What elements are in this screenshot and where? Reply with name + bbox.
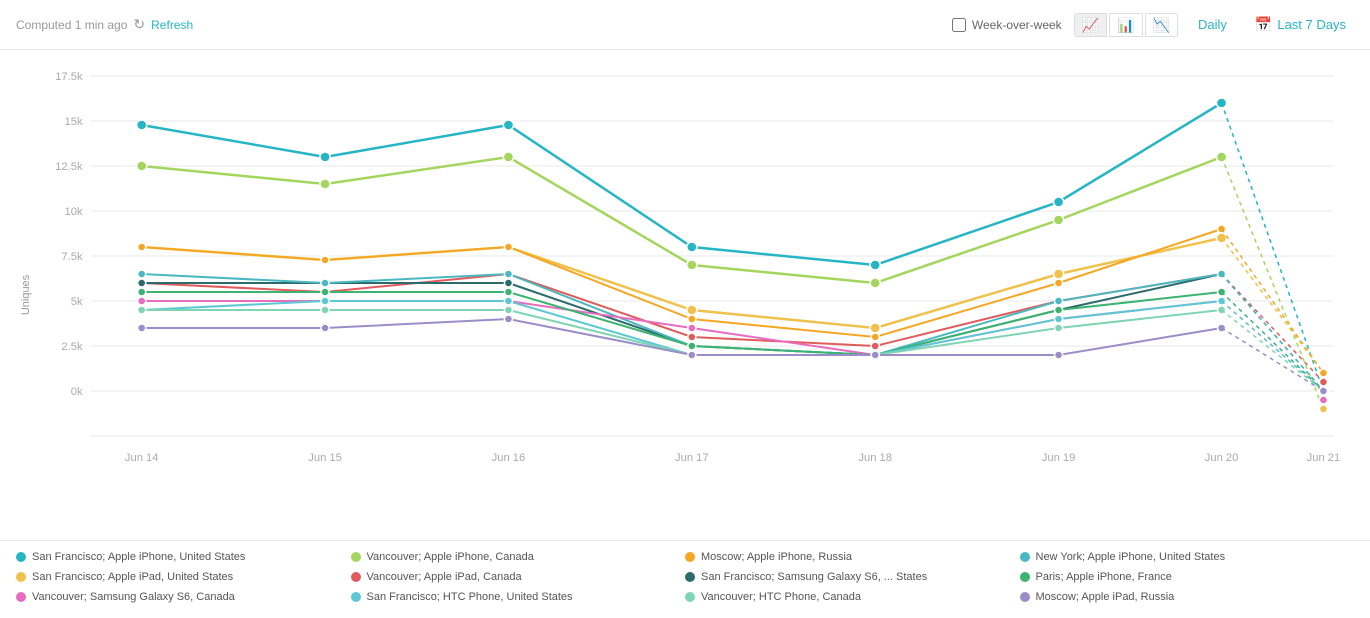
svg-text:Jun 21: Jun 21 <box>1307 452 1341 464</box>
legend-label-6: San Francisco; Samsung Galaxy S6, ... St… <box>701 571 927 583</box>
legend-dot-11 <box>1020 592 1030 602</box>
legend-dot-1 <box>351 552 361 562</box>
svg-text:Jun 17: Jun 17 <box>675 452 709 464</box>
legend-item-4: San Francisco; Apple iPad, United States <box>16 571 351 583</box>
svg-text:Jun 20: Jun 20 <box>1205 452 1239 464</box>
chart-type-buttons: 📈 📊 📉 <box>1074 13 1178 37</box>
legend-label-11: Moscow; Apple iPad, Russia <box>1036 591 1175 603</box>
legend-dot-7 <box>1020 572 1030 582</box>
legend-label-4: San Francisco; Apple iPad, United States <box>32 571 233 583</box>
svg-text:Jun 14: Jun 14 <box>125 452 159 464</box>
daily-button[interactable]: Daily <box>1190 13 1235 36</box>
legend-area: San Francisco; Apple iPhone, United Stat… <box>0 540 1370 613</box>
svg-text:10k: 10k <box>65 206 84 218</box>
legend-item-1: Vancouver; Apple iPhone, Canada <box>351 551 686 563</box>
legend-label-0: San Francisco; Apple iPhone, United Stat… <box>32 551 245 563</box>
legend-item-7: Paris; Apple iPhone, France <box>1020 571 1355 583</box>
svg-text:17.5k: 17.5k <box>55 71 83 83</box>
calendar-icon: 📅 <box>1255 16 1272 33</box>
svg-text:0k: 0k <box>71 386 83 398</box>
legend-label-5: Vancouver; Apple iPad, Canada <box>367 571 522 583</box>
legend-dot-2 <box>685 552 695 562</box>
legend-item-3: New York; Apple iPhone, United States <box>1020 551 1355 563</box>
computed-info: Computed 1 min ago ↻ Refresh <box>16 16 193 33</box>
legend-item-0: San Francisco; Apple iPhone, United Stat… <box>16 551 351 563</box>
svg-text:Jun 16: Jun 16 <box>492 452 526 464</box>
legend-dot-6 <box>685 572 695 582</box>
legend-item-2: Moscow; Apple iPhone, Russia <box>685 551 1020 563</box>
legend-label-2: Moscow; Apple iPhone, Russia <box>701 551 852 563</box>
chart-svg: 17.5k 15k 12.5k 10k 7.5k 5k 2.5k 0k Jun … <box>50 66 1354 496</box>
svg-text:2.5k: 2.5k <box>61 341 83 353</box>
area-chart-btn[interactable]: 📊 <box>1109 13 1142 37</box>
legend-item-9: San Francisco; HTC Phone, United States <box>351 591 686 603</box>
svg-text:15k: 15k <box>65 116 84 128</box>
week-over-week-label: Week-over-week <box>972 18 1062 32</box>
legend-item-5: Vancouver; Apple iPad, Canada <box>351 571 686 583</box>
legend-label-10: Vancouver; HTC Phone, Canada <box>701 591 861 603</box>
legend-label-8: Vancouver; Samsung Galaxy S6, Canada <box>32 591 235 603</box>
refresh-icon[interactable]: ↻ <box>133 16 145 33</box>
legend-dot-5 <box>351 572 361 582</box>
last7-label: Last 7 Days <box>1277 17 1346 32</box>
week-over-week-checkbox[interactable] <box>952 18 966 32</box>
legend-label-7: Paris; Apple iPhone, France <box>1036 571 1172 583</box>
svg-text:Jun 19: Jun 19 <box>1042 452 1076 464</box>
legend-item-10: Vancouver; HTC Phone, Canada <box>685 591 1020 603</box>
last7-button[interactable]: 📅 Last 7 Days <box>1247 12 1354 37</box>
legend-dot-3 <box>1020 552 1030 562</box>
svg-text:7.5k: 7.5k <box>61 251 83 263</box>
computed-label: Computed 1 min ago <box>16 18 127 32</box>
legend-dot-9 <box>351 592 361 602</box>
legend-item-6: San Francisco; Samsung Galaxy S6, ... St… <box>685 571 1020 583</box>
legend-dot-0 <box>16 552 26 562</box>
svg-text:Jun 15: Jun 15 <box>308 452 342 464</box>
top-bar: Computed 1 min ago ↻ Refresh Week-over-w… <box>0 0 1370 50</box>
legend-item-11: Moscow; Apple iPad, Russia <box>1020 591 1355 603</box>
y-axis-label: Uniques <box>20 275 32 315</box>
legend-label-3: New York; Apple iPhone, United States <box>1036 551 1226 563</box>
svg-text:12.5k: 12.5k <box>55 161 83 173</box>
legend-dot-10 <box>685 592 695 602</box>
controls-right: Week-over-week 📈 📊 📉 Daily 📅 Last 7 Days <box>952 12 1354 37</box>
svg-text:5k: 5k <box>71 296 83 308</box>
line-chart-btn[interactable]: 📈 <box>1074 13 1107 37</box>
svg-text:Jun 18: Jun 18 <box>858 452 892 464</box>
legend-label-1: Vancouver; Apple iPhone, Canada <box>367 551 534 563</box>
chart-area: Uniques 17.5k 15k 12.5k 10k 7.5k 5k 2.5k… <box>0 50 1370 540</box>
legend-item-8: Vancouver; Samsung Galaxy S6, Canada <box>16 591 351 603</box>
refresh-label[interactable]: Refresh <box>151 18 193 32</box>
week-over-week-control: Week-over-week <box>952 18 1062 32</box>
legend-label-9: San Francisco; HTC Phone, United States <box>367 591 573 603</box>
legend-dot-4 <box>16 572 26 582</box>
chart-container: 17.5k 15k 12.5k 10k 7.5k 5k 2.5k 0k Jun … <box>50 66 1354 496</box>
bar-chart-btn[interactable]: 📉 <box>1145 13 1178 37</box>
legend-dot-8 <box>16 592 26 602</box>
